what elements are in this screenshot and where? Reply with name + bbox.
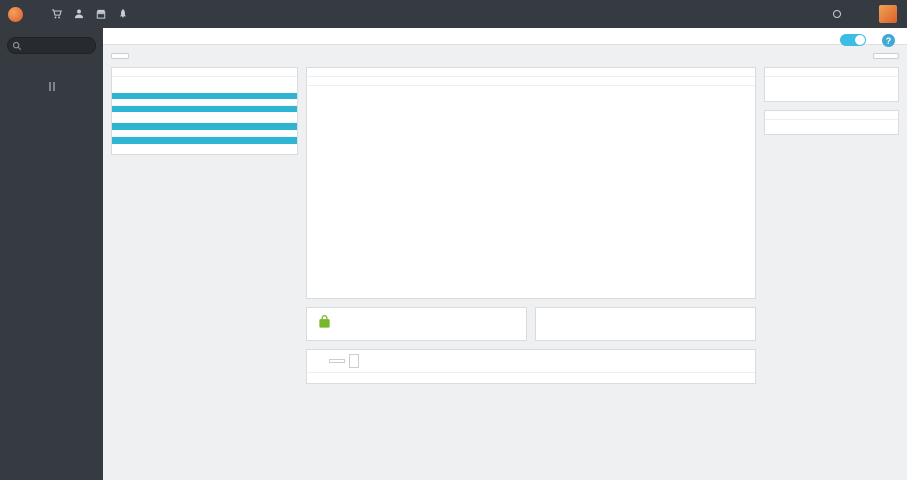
news-panel-header: [765, 68, 898, 77]
help-icon[interactable]: ?: [882, 34, 895, 47]
ebay-ad[interactable]: [535, 307, 756, 341]
tips-panel-header: [765, 111, 898, 120]
page-header: ?: [103, 28, 907, 47]
notification-cells: [112, 112, 297, 123]
date-range-buttons: [111, 53, 132, 59]
active-carts-stat: [112, 85, 297, 93]
main-area: ?: [103, 0, 907, 400]
traffic-section-header: [112, 137, 297, 144]
forecast-nav: [349, 354, 359, 368]
online-visitors-stat: [112, 77, 297, 85]
date-toolbar: [111, 53, 899, 59]
google-analytics-link[interactable]: [112, 144, 297, 154]
toggle-knob: [855, 35, 865, 45]
chart-plot: [351, 96, 747, 296]
left-column: [111, 67, 298, 163]
sidebar-menu: [0, 60, 103, 68]
dashboard-panel: [306, 67, 756, 299]
demo-mode-toggle[interactable]: [840, 34, 866, 46]
user-avatar[interactable]: [879, 5, 897, 23]
shopgate-ad[interactable]: [306, 307, 527, 341]
menu-collapse-toggle[interactable]: [0, 82, 103, 91]
kpi-row: [307, 77, 755, 86]
center-column: [306, 67, 756, 392]
chart-ylabels: [309, 96, 351, 284]
help-control: ?: [882, 34, 895, 49]
customers-quick-icon[interactable]: [73, 8, 85, 20]
forecast-nav-button[interactable]: [349, 354, 359, 368]
sidebar-item[interactable]: [0, 60, 103, 68]
sales-chart: [307, 86, 755, 298]
pending-row: [112, 99, 297, 106]
chart-xlabels: [351, 284, 747, 296]
module-ads: [306, 307, 756, 341]
prestashop-logo-icon: [8, 7, 23, 22]
activity-overview-panel: [111, 67, 298, 155]
customers-rows: [112, 130, 297, 137]
tips-panel: [764, 110, 899, 135]
news-articles: [765, 77, 898, 89]
sales-chart-svg: [351, 96, 747, 284]
forecast-controls: [329, 354, 359, 368]
content: [103, 45, 907, 400]
date-range-button[interactable]: [111, 53, 129, 59]
forecast-legend: [307, 373, 755, 383]
activity-panel-header: [112, 68, 297, 77]
topbar: [0, 0, 907, 28]
forecast-year-select[interactable]: [329, 359, 345, 363]
notification-cell[interactable]: [112, 112, 297, 122]
tips-body: [765, 120, 898, 134]
find-more-news-link[interactable]: [765, 89, 898, 101]
rocket-quick-icon[interactable]: [117, 8, 129, 20]
shopgate-logo-icon: [317, 314, 332, 334]
header-tools: ?: [840, 34, 895, 49]
kpi-tile[interactable]: [307, 77, 755, 85]
news-article: [772, 79, 891, 87]
cart-quick-icon[interactable]: [51, 8, 63, 20]
sidebar-search: [7, 35, 96, 54]
date-range-picker[interactable]: [873, 53, 899, 59]
prestashop-logo[interactable]: [8, 6, 31, 22]
demo-mode-control: [840, 34, 866, 48]
forecast-panel-header: [307, 350, 755, 373]
marketplace-connect-link[interactable]: [833, 10, 845, 18]
customers-section-header: [112, 123, 297, 130]
pending-rows: [112, 99, 297, 106]
store-quick-icon[interactable]: [95, 8, 107, 20]
sidebar: [0, 28, 103, 480]
news-panel: [764, 67, 899, 102]
forecast-panel: [306, 349, 756, 384]
right-column: [764, 67, 899, 143]
search-icon: [12, 38, 22, 56]
marketplace-icon: [833, 10, 841, 18]
customers-row: [112, 130, 297, 137]
dashboard-panel-header: [307, 68, 755, 77]
